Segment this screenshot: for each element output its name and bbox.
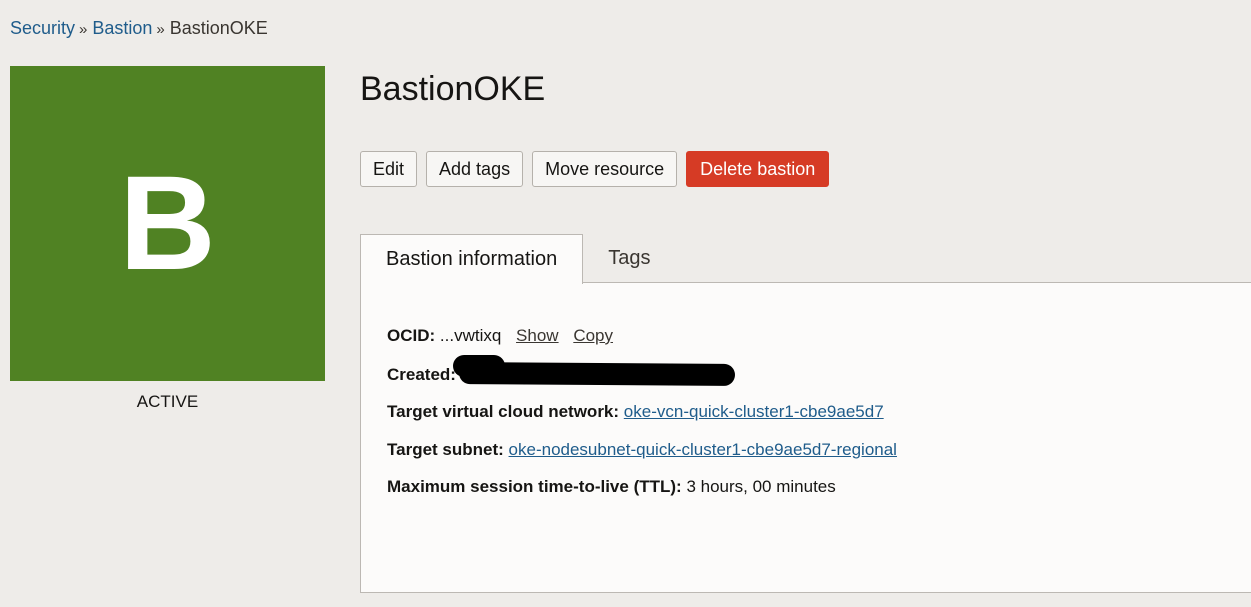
vcn-label: Target virtual cloud network:: [387, 402, 620, 421]
copy-ocid-link[interactable]: Copy: [573, 326, 613, 345]
subnet-link[interactable]: oke-nodesubnet-quick-cluster1-cbe9ae5d7-…: [509, 440, 897, 459]
subnet-label: Target subnet:: [387, 440, 504, 459]
breadcrumb-link-bastion[interactable]: Bastion: [92, 18, 152, 38]
breadcrumb: Security» Bastion» BastionOKE: [10, 17, 268, 41]
avatar-letter: B: [119, 148, 216, 298]
ocid-value: ...vwtixq: [439, 326, 502, 345]
ocid-row: OCID: ...vwtixq Show Copy: [387, 326, 613, 346]
ttl-label: Maximum session time-to-live (TTL):: [387, 477, 682, 496]
bastion-information-panel: OCID: ...vwtixq Show Copy Created: Targe…: [360, 282, 1251, 593]
breadcrumb-link-security[interactable]: Security: [10, 18, 75, 38]
subnet-row: Target subnet: oke-nodesubnet-quick-clus…: [387, 440, 897, 460]
edit-button[interactable]: Edit: [360, 151, 418, 187]
resource-avatar: B: [10, 66, 325, 381]
move-resource-button[interactable]: Move resource: [532, 151, 678, 187]
created-row: Created:: [387, 355, 736, 386]
status-label: ACTIVE: [136, 392, 199, 411]
vcn-row: Target virtual cloud network: oke-vcn-qu…: [387, 402, 884, 422]
tab-tags[interactable]: Tags: [583, 234, 675, 283]
breadcrumb-current: BastionOKE: [169, 18, 268, 38]
delete-bastion-button[interactable]: Delete bastion: [686, 151, 830, 187]
breadcrumb-separator: »: [156, 21, 165, 38]
action-bar: Edit Add tags Move resource Delete basti…: [360, 151, 830, 187]
ocid-label: OCID:: [387, 326, 436, 345]
tab-bastion-information[interactable]: Bastion information: [360, 234, 584, 284]
created-label: Created:: [387, 365, 456, 384]
show-ocid-link[interactable]: Show: [516, 326, 559, 345]
redaction-mark: [458, 362, 736, 386]
breadcrumb-separator: »: [79, 21, 88, 38]
add-tags-button[interactable]: Add tags: [426, 151, 524, 187]
ttl-row: Maximum session time-to-live (TTL): 3 ho…: [387, 477, 836, 497]
page-title: BastionOKE: [360, 70, 546, 108]
tab-bar: Bastion information Tags: [360, 234, 1251, 284]
ttl-value: 3 hours, 00 minutes: [686, 477, 836, 496]
vcn-link[interactable]: oke-vcn-quick-cluster1-cbe9ae5d7: [624, 402, 884, 421]
